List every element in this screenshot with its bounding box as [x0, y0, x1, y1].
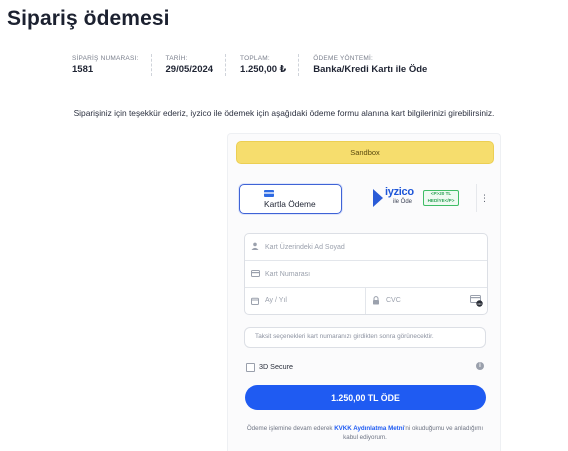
installment-info: Taksit seçenekleri kart numaranızı girdi…	[244, 327, 486, 348]
order-summary: SİPARİŞ NUMARASI: 1581 TARİH: 29/05/2024…	[72, 54, 453, 76]
summary-value: Banka/Kredi Kartı ile Öde	[313, 64, 428, 75]
summary-payment-method: ÖDEME YÖNTEMİ: Banka/Kredi Kartı ile Öde	[313, 54, 439, 76]
payment-tabs: Kartla Ödeme iyzico ile Öde <P>20 TL HED…	[239, 184, 491, 214]
iyzico-logo: iyzico	[385, 186, 414, 198]
installment-text: Taksit seçenekleri kart numaranızı girdi…	[255, 333, 434, 340]
cvc-placeholder: CVC	[386, 297, 401, 304]
svg-text:•••: •••	[477, 301, 482, 306]
more-options-button[interactable]: ⋮	[476, 184, 492, 212]
expiry-placeholder: Ay / Yıl	[265, 297, 287, 304]
cvc-help-icon[interactable]: •••	[470, 294, 483, 312]
lock-icon	[372, 296, 380, 307]
expiry-cvc-row: Ay / Yıl CVC •••	[245, 288, 487, 314]
sandbox-banner: Sandbox	[236, 141, 494, 164]
promo-badge: <P>20 TL HEDİYE</P>	[423, 190, 459, 206]
summary-value: 1.250,00 ₺	[240, 64, 287, 75]
summary-label: TOPLAM:	[240, 55, 270, 62]
card-holder-field[interactable]: Kart Üzerindeki Ad Soyad	[245, 234, 487, 261]
consent-text: Ödeme işlemine devam ederek KVKK Aydınla…	[242, 424, 488, 442]
card-icon	[251, 269, 260, 279]
tab-iyzico-payment[interactable]: iyzico ile Öde <P>20 TL HEDİYE</P>	[373, 186, 493, 210]
kvkk-link[interactable]: KVKK Aydınlatma Metni	[334, 425, 404, 432]
promo-line-2: HEDİYE</P>	[427, 197, 455, 203]
card-number-placeholder: Kart Numarası	[265, 270, 311, 278]
summary-total: TOPLAM: 1.250,00 ₺	[240, 54, 300, 76]
expiry-field[interactable]: Ay / Yıl	[245, 288, 366, 314]
calendar-icon	[251, 297, 259, 307]
card-holder-placeholder: Kart Üzerindeki Ad Soyad	[265, 243, 345, 251]
summary-label: TARİH:	[165, 55, 188, 62]
summary-date: TARİH: 29/05/2024	[166, 54, 227, 76]
thanks-message: Siparişiniz için teşekkür ederiz, iyzico…	[73, 108, 495, 118]
pay-button[interactable]: 1.250,00 TL ÖDE	[245, 385, 486, 410]
card-number-field[interactable]: Kart Numarası	[245, 261, 487, 288]
summary-label: SİPARİŞ NUMARASI:	[72, 55, 139, 62]
iyzico-chevron-icon	[373, 189, 383, 207]
summary-value: 29/05/2024	[165, 64, 214, 75]
payment-form: Sandbox Kartla Ödeme iyzico ile Öde <P>2…	[227, 133, 501, 451]
summary-value: 1581	[72, 64, 94, 75]
card-input-group: Kart Üzerindeki Ad Soyad Kart Numarası A…	[244, 233, 488, 315]
summary-order-number: SİPARİŞ NUMARASI: 1581	[72, 54, 152, 76]
info-icon[interactable]: i	[476, 362, 484, 370]
secure-3d-checkbox[interactable]	[246, 363, 255, 372]
page-title: Sipariş ödemesi	[7, 7, 170, 30]
tab-card-payment[interactable]: Kartla Ödeme	[239, 184, 342, 214]
user-icon	[251, 242, 259, 252]
iyzico-subtitle: ile Öde	[393, 199, 413, 205]
summary-label: ÖDEME YÖNTEMİ:	[313, 55, 374, 62]
consent-prefix: Ödeme işlemine devam ederek	[246, 425, 335, 432]
tab-card-label: Kartla Ödeme	[264, 199, 316, 209]
credit-card-icon	[264, 190, 274, 197]
secure-3d-row: 3D Secure i	[246, 362, 484, 374]
cvc-field[interactable]: CVC •••	[366, 288, 487, 314]
secure-3d-label[interactable]: 3D Secure	[259, 362, 293, 371]
